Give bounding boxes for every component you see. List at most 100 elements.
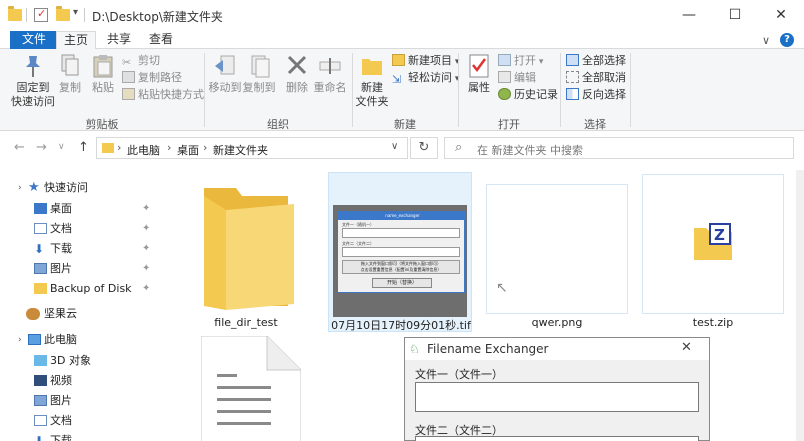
- app-icon: ♘: [409, 342, 420, 356]
- open-button[interactable]: 打开 ▾: [498, 53, 543, 69]
- breadcrumb-separator: ›: [203, 141, 208, 154]
- thumbnail-hint2: 点击设置重置信息（配置ini及重置清除信息）: [360, 267, 442, 272]
- breadcrumb-separator: ›: [117, 141, 122, 154]
- new-folder-icon: [360, 53, 384, 79]
- list-item-folder[interactable]: file_dir_test: [176, 172, 316, 332]
- address-bar[interactable]: › 此电脑 › 桌面 › 新建文件夹 ∨: [96, 137, 408, 159]
- up-button[interactable]: ↑: [78, 140, 89, 155]
- file1-input[interactable]: [415, 382, 699, 412]
- delete-button[interactable]: 删除: [282, 53, 312, 95]
- file-name: 07月10日17时09分01秒.tif: [331, 319, 471, 332]
- sidebar-label: 下载: [50, 242, 72, 255]
- sidebar-item-pc-downloads[interactable]: ⬇ 下载: [0, 431, 160, 441]
- history-button[interactable]: 历史记录: [498, 87, 558, 103]
- tab-file[interactable]: 文件: [10, 31, 58, 49]
- tab-home[interactable]: 主页: [56, 31, 96, 50]
- expand-ribbon-icon[interactable]: ∨: [762, 34, 770, 47]
- breadcrumb-this-pc[interactable]: 此电脑: [127, 142, 160, 158]
- edit-button[interactable]: 编辑: [498, 70, 536, 86]
- properties-quick-icon[interactable]: ✓: [34, 7, 48, 22]
- new-folder-button[interactable]: 新建 文件夹: [354, 53, 390, 109]
- new-folder-quick-icon[interactable]: [56, 6, 70, 21]
- expand-chevron-icon[interactable]: ›: [18, 330, 22, 350]
- sidebar-item-pictures[interactable]: 图片 ✦: [0, 259, 160, 279]
- refresh-button[interactable]: ↻: [410, 137, 438, 159]
- sidebar-item-videos[interactable]: 视频: [0, 371, 160, 391]
- tab-view[interactable]: 查看: [142, 31, 180, 49]
- invert-selection-button[interactable]: 反向选择: [566, 87, 626, 103]
- list-item-tif[interactable]: name_exchanger 文件一（随机一） 文件二（文件二） 拖入文件到窗口…: [328, 172, 472, 332]
- sidebar-item-backup-of-disk[interactable]: Backup of Disk ✦: [0, 279, 160, 299]
- sidebar-item-downloads[interactable]: ⬇ 下载 ✦: [0, 239, 160, 259]
- breadcrumb-separator: ›: [167, 141, 172, 154]
- pin-quick-access-button[interactable]: 固定到 快速访问: [10, 53, 56, 109]
- select-all-button[interactable]: 全部选择: [566, 53, 626, 69]
- documents-icon: [34, 223, 47, 234]
- file2-input[interactable]: [415, 436, 699, 441]
- sidebar-item-quick-access[interactable]: › ★ 快速访问: [0, 178, 160, 198]
- filename-exchanger-dialog: ♘ Filename Exchanger ✕ 文件一（文件一） 文件二（文件二）: [404, 337, 710, 441]
- sidebar-label: Backup of Disk: [50, 282, 132, 295]
- dialog-close-button[interactable]: ✕: [681, 340, 692, 355]
- new-item-button[interactable]: 新建项目 ▾: [392, 53, 459, 69]
- close-button[interactable]: ✕: [758, 0, 804, 31]
- sidebar-label: 下载: [50, 434, 72, 441]
- address-dropdown-icon[interactable]: ∨: [391, 141, 398, 152]
- list-item-png[interactable]: ↖ qwer.png: [486, 172, 628, 332]
- copy-icon: [58, 53, 82, 79]
- sidebar-label: 图片: [50, 394, 72, 407]
- sidebar-item-pc-documents[interactable]: 文档: [0, 411, 160, 431]
- copy-button[interactable]: 复制: [56, 53, 84, 95]
- copy-path-button[interactable]: 复制路径: [122, 70, 182, 86]
- select-all-label: 全部选择: [582, 54, 626, 67]
- customize-quick-access-icon[interactable]: ▾: [73, 7, 78, 18]
- svg-text:Z: Z: [714, 226, 725, 244]
- copy-to-button[interactable]: 复制到: [242, 53, 276, 95]
- sidebar-item-this-pc[interactable]: › 此电脑: [0, 330, 160, 350]
- list-item-zip[interactable]: Z test.zip: [642, 172, 784, 332]
- search-box[interactable]: ⌕ 在 新建文件夹 中搜索: [444, 137, 794, 159]
- help-icon[interactable]: ?: [780, 33, 794, 47]
- properties-label: 属性: [468, 81, 490, 94]
- sidebar-item-desktop[interactable]: 桌面 ✦: [0, 199, 160, 219]
- sidebar-item-3d-objects[interactable]: 3D 对象: [0, 351, 160, 371]
- select-none-button[interactable]: 全部取消: [566, 70, 626, 86]
- dialog-title: Filename Exchanger: [427, 342, 549, 356]
- maximize-button[interactable]: ☐: [712, 0, 758, 31]
- sidebar-item-jianguoyun[interactable]: 坚果云: [0, 304, 160, 324]
- sidebar-item-pc-pictures[interactable]: 图片: [0, 391, 160, 411]
- folder-icon: [34, 283, 47, 294]
- paste-button[interactable]: 粘贴: [88, 53, 118, 95]
- paste-shortcut-button[interactable]: 粘贴快捷方式: [122, 87, 204, 103]
- cut-label: 剪切: [138, 54, 160, 67]
- breadcrumb-new-folder[interactable]: 新建文件夹: [213, 142, 268, 158]
- pin-label-line1: 固定到: [16, 81, 50, 94]
- sidebar-item-documents[interactable]: 文档 ✦: [0, 219, 160, 239]
- tab-share[interactable]: 共享: [100, 31, 138, 49]
- forward-button[interactable]: →: [36, 140, 47, 155]
- minimize-button[interactable]: —: [666, 0, 712, 31]
- recent-locations-button[interactable]: ∨: [58, 142, 65, 152]
- expand-chevron-icon[interactable]: ›: [18, 178, 22, 198]
- group-select-label: 选择: [584, 118, 606, 131]
- move-to-button[interactable]: 移动到: [208, 53, 242, 95]
- list-item-document[interactable]: [196, 335, 306, 441]
- easy-access-button[interactable]: ⇲ 轻松访问 ▾: [392, 70, 459, 86]
- history-icon: [498, 88, 511, 100]
- cut-button[interactable]: ✂ 剪切: [122, 53, 160, 69]
- sidebar-label: 快速访问: [44, 181, 88, 194]
- open-label: 打开: [514, 54, 536, 67]
- file-name: qwer.png: [531, 316, 583, 329]
- sidebar-label: 此电脑: [44, 333, 77, 346]
- properties-button[interactable]: 属性: [462, 53, 496, 95]
- sidebar-label: 3D 对象: [50, 354, 91, 367]
- breadcrumb-desktop[interactable]: 桌面: [177, 142, 199, 158]
- rename-label: 重命名: [313, 81, 347, 94]
- back-button[interactable]: ←: [14, 140, 25, 155]
- field1-label: 文件一（文件一）: [415, 368, 503, 381]
- copy-path-label: 复制路径: [138, 71, 182, 84]
- rename-button[interactable]: 重命名: [312, 53, 348, 95]
- group-organize-label: 组织: [267, 118, 289, 131]
- folder-icon: [102, 143, 114, 153]
- vertical-scrollbar[interactable]: [796, 170, 804, 441]
